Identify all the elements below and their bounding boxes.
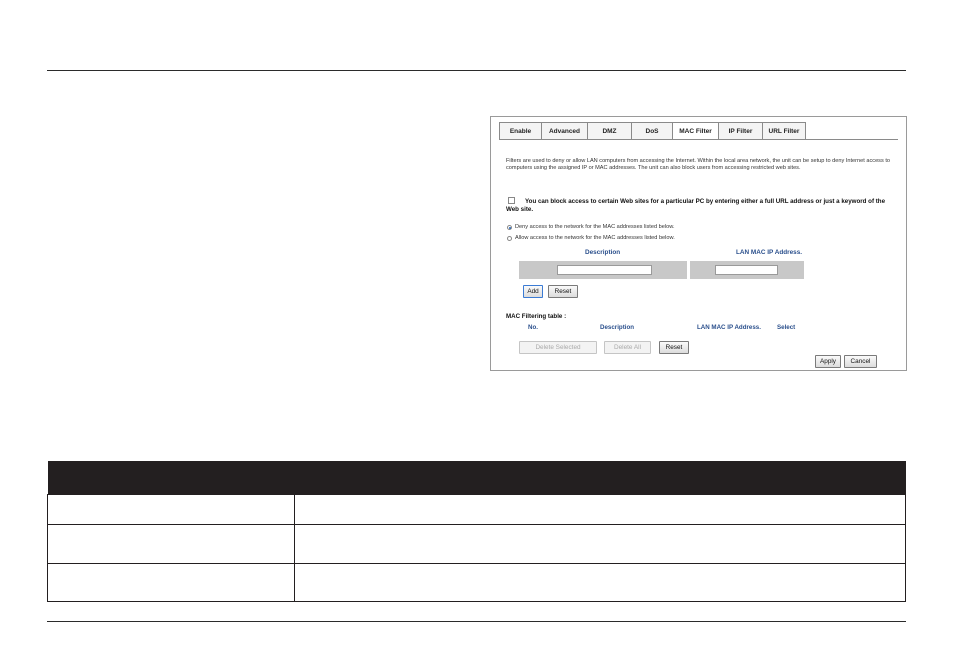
mac-column-header: LAN MAC IP Address. xyxy=(736,249,803,256)
deny-label: Deny access to the network for the MAC a… xyxy=(515,224,675,230)
table-cell xyxy=(47,524,295,564)
mac-address-input[interactable] xyxy=(715,265,778,275)
table-cell xyxy=(294,524,906,564)
tab-bar: Enable Advanced DMZ DoS MAC Filter IP Fi… xyxy=(499,122,806,140)
allow-label: Allow access to the network for the MAC … xyxy=(515,235,675,241)
top-divider xyxy=(47,70,906,71)
col-select: Select xyxy=(777,324,796,331)
tab-dmz[interactable]: DMZ xyxy=(588,122,632,140)
entry-reset-button[interactable]: Reset xyxy=(548,285,578,298)
delete-all-button[interactable]: Delete All xyxy=(604,341,651,354)
tab-dos[interactable]: DoS xyxy=(632,122,673,140)
table-cell xyxy=(47,494,295,525)
col-no: No. xyxy=(528,324,538,331)
allow-option[interactable]: Allow access to the network for the MAC … xyxy=(507,235,675,241)
col-mac-address: LAN MAC IP Address. xyxy=(697,324,761,331)
intro-text: Filters are used to deny or allow LAN co… xyxy=(506,158,890,172)
mac-filtering-table-title: MAC Filtering table : xyxy=(506,313,567,320)
col-description: Description xyxy=(600,324,635,331)
bottom-divider xyxy=(47,621,906,622)
description-input[interactable] xyxy=(557,265,652,275)
tab-underline xyxy=(499,139,898,140)
tab-enable[interactable]: Enable xyxy=(499,122,542,140)
description-column-header: Description xyxy=(585,249,621,256)
mac-filter-screenshot: Enable Advanced DMZ DoS MAC Filter IP Fi… xyxy=(490,116,907,371)
table-reset-button[interactable]: Reset xyxy=(659,341,689,354)
tab-advanced[interactable]: Advanced xyxy=(542,122,588,140)
apply-button[interactable]: Apply xyxy=(815,355,841,368)
settings-table-header xyxy=(47,461,906,495)
tab-url-filter[interactable]: URL Filter xyxy=(763,122,806,140)
allow-radio[interactable] xyxy=(507,235,512,241)
settings-table-header-cell xyxy=(47,461,906,495)
table-cell xyxy=(294,563,906,602)
tab-ip-filter[interactable]: IP Filter xyxy=(719,122,763,140)
table-row xyxy=(47,494,906,525)
deny-option[interactable]: Deny access to the network for the MAC a… xyxy=(507,224,675,230)
block-sites-label: You can block access to certain Web site… xyxy=(506,198,886,213)
block-sites-checkbox[interactable] xyxy=(508,197,515,204)
delete-selected-button[interactable]: Delete Selected xyxy=(519,341,597,354)
block-sites-option: You can block access to certain Web site… xyxy=(506,197,886,214)
cancel-button[interactable]: Cancel xyxy=(844,355,877,368)
add-button[interactable]: Add xyxy=(523,285,543,298)
table-cell xyxy=(294,494,906,525)
tab-mac-filter[interactable]: MAC Filter xyxy=(673,122,719,140)
table-row xyxy=(47,563,906,602)
deny-radio[interactable] xyxy=(507,224,512,230)
settings-table xyxy=(47,461,906,602)
table-cell xyxy=(47,563,295,602)
table-row xyxy=(47,524,906,564)
